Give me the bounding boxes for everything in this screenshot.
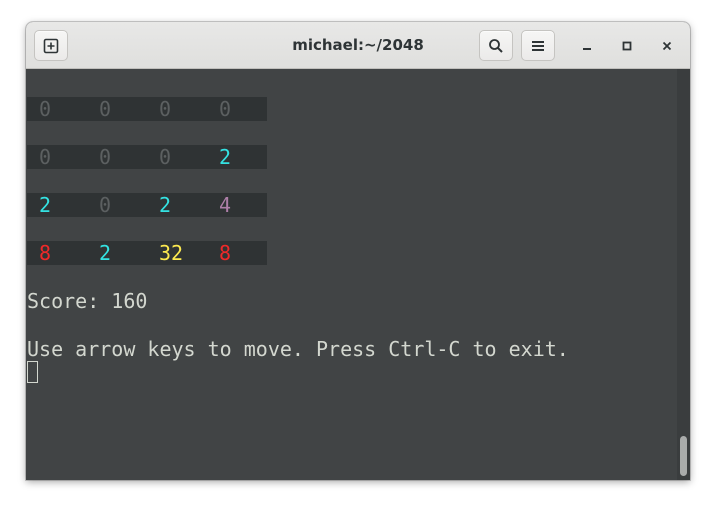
maximize-button[interactable] — [616, 35, 638, 57]
board-cell: 0 — [99, 97, 112, 121]
minimize-icon — [581, 37, 593, 56]
board-cell: 0 — [99, 145, 112, 169]
board-cell: 2 — [159, 193, 172, 217]
search-icon — [488, 38, 504, 54]
scrollbar[interactable] — [677, 69, 690, 480]
board-cell: 32 — [159, 241, 184, 265]
board-cell: 0 — [39, 97, 52, 121]
board-row: 0 0 0 0 — [27, 97, 267, 121]
board-cell: 2 — [219, 145, 232, 169]
hamburger-menu-icon — [531, 39, 545, 53]
header-bar: michael:~/2048 — [26, 22, 690, 69]
board-cell: 0 — [219, 97, 232, 121]
help-line: Use arrow keys to move. Press Ctrl-C to … — [27, 337, 569, 361]
text-cursor — [27, 361, 38, 383]
board-row: 8 2 32 8 — [27, 241, 267, 265]
board-cell: 0 — [39, 145, 52, 169]
board-cell: 2 — [99, 241, 112, 265]
board-cell: 8 — [219, 241, 232, 265]
minimize-button[interactable] — [576, 35, 598, 57]
search-button[interactable] — [479, 30, 513, 61]
board-cell: 2 — [39, 193, 52, 217]
score-line: Score: 160 — [27, 289, 148, 313]
board-cell: 8 — [39, 241, 52, 265]
board-row: 2 0 2 4 — [27, 193, 267, 217]
scrollbar-thumb[interactable] — [680, 436, 687, 476]
close-button[interactable] — [656, 35, 678, 57]
close-icon — [661, 37, 673, 56]
terminal-window: michael:~/2048 0 0 0 0 0 0 0 2 2 0 2 4 8… — [26, 22, 690, 480]
terminal-output[interactable]: 0 0 0 0 0 0 0 2 2 0 2 4 8 2 32 8 Score: … — [26, 69, 677, 480]
board-cell: 0 — [159, 145, 172, 169]
board-cell: 0 — [99, 193, 112, 217]
board-cell: 4 — [219, 193, 232, 217]
maximize-icon — [621, 37, 633, 56]
board-cell: 0 — [159, 97, 172, 121]
board-row: 0 0 0 2 — [27, 145, 267, 169]
menu-button[interactable] — [521, 30, 555, 61]
